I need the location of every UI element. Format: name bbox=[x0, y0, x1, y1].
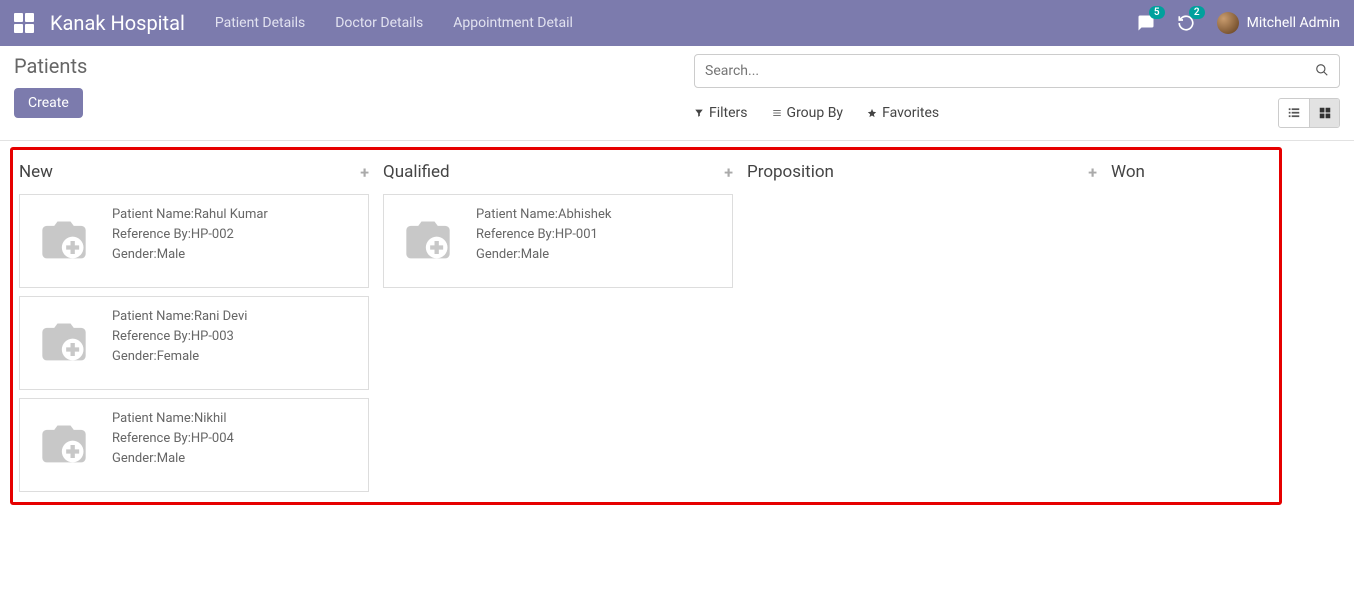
gender-value: Male bbox=[521, 247, 549, 262]
avatar bbox=[1217, 12, 1239, 34]
patient-name-label: Patient Name: bbox=[476, 207, 558, 222]
camera-placeholder-icon bbox=[28, 307, 100, 379]
reference-label: Reference By: bbox=[476, 227, 555, 242]
column-title: Won bbox=[1111, 162, 1145, 182]
gender-value: Female bbox=[157, 349, 199, 364]
gender-label: Gender: bbox=[112, 349, 157, 364]
view-list-button[interactable] bbox=[1279, 99, 1309, 127]
patient-card[interactable]: Patient Name:Nikhil Reference By:HP-004 … bbox=[19, 398, 369, 492]
refresh-icon[interactable]: 2 bbox=[1177, 14, 1195, 32]
patient-name-value: Rahul Kumar bbox=[194, 207, 268, 222]
reference-label: Reference By: bbox=[112, 431, 191, 446]
gender-value: Male bbox=[157, 247, 185, 262]
view-switcher bbox=[1278, 98, 1340, 128]
column-title: New bbox=[19, 162, 53, 182]
apps-icon[interactable] bbox=[14, 13, 34, 33]
nav-doctor-details[interactable]: Doctor Details bbox=[335, 15, 423, 31]
gender-label: Gender: bbox=[476, 247, 521, 262]
gender-label: Gender: bbox=[112, 451, 157, 466]
patient-name-value: Rani Devi bbox=[194, 309, 247, 324]
patient-name-label: Patient Name: bbox=[112, 309, 194, 324]
reference-value: HP-001 bbox=[555, 227, 598, 242]
reference-label: Reference By: bbox=[112, 227, 191, 242]
reference-value: HP-002 bbox=[191, 227, 234, 242]
favorites-dropdown[interactable]: Favorites bbox=[867, 105, 939, 121]
kanban-board: New + Patient Name:Rahul Kumar Reference… bbox=[0, 141, 1354, 511]
camera-placeholder-icon bbox=[392, 205, 464, 277]
kanban-column-won[interactable]: Won bbox=[1111, 158, 1273, 492]
groupby-dropdown[interactable]: Group By bbox=[772, 105, 844, 121]
topbar: Kanak Hospital Patient Details Doctor De… bbox=[0, 0, 1354, 46]
reference-value: HP-003 bbox=[191, 329, 234, 344]
filters-dropdown[interactable]: Filters bbox=[694, 105, 748, 121]
username-label: Mitchell Admin bbox=[1247, 15, 1340, 31]
search-input[interactable] bbox=[705, 63, 1315, 79]
patient-name-label: Patient Name: bbox=[112, 207, 194, 222]
page-title: Patients bbox=[14, 54, 674, 78]
column-title: Qualified bbox=[383, 162, 450, 182]
column-add-icon[interactable]: + bbox=[360, 163, 369, 182]
patient-name-label: Patient Name: bbox=[112, 411, 194, 426]
groupby-label: Group By bbox=[787, 105, 844, 121]
chat-badge: 5 bbox=[1149, 6, 1165, 19]
camera-placeholder-icon bbox=[28, 409, 100, 481]
chat-icon[interactable]: 5 bbox=[1137, 14, 1155, 32]
gender-label: Gender: bbox=[112, 247, 157, 262]
reference-value: HP-004 bbox=[191, 431, 234, 446]
gender-value: Male bbox=[157, 451, 185, 466]
highlight-box: New + Patient Name:Rahul Kumar Reference… bbox=[10, 147, 1282, 505]
view-kanban-button[interactable] bbox=[1309, 99, 1339, 127]
nav-patient-details[interactable]: Patient Details bbox=[215, 15, 305, 31]
patient-name-value: Abhishek bbox=[558, 207, 611, 222]
user-menu[interactable]: Mitchell Admin bbox=[1217, 12, 1340, 34]
kanban-column-proposition[interactable]: Proposition + bbox=[747, 158, 1097, 492]
filters-label: Filters bbox=[709, 105, 748, 121]
reference-label: Reference By: bbox=[112, 329, 191, 344]
column-add-icon[interactable]: + bbox=[724, 163, 733, 182]
create-button[interactable]: Create bbox=[14, 88, 83, 118]
nav-appointment-detail[interactable]: Appointment Detail bbox=[453, 15, 573, 31]
camera-placeholder-icon bbox=[28, 205, 100, 277]
search-icon[interactable] bbox=[1315, 62, 1329, 81]
kanban-column-qualified[interactable]: Qualified + Patient Name:Abhishek Refere… bbox=[383, 158, 733, 492]
brand-title[interactable]: Kanak Hospital bbox=[50, 11, 185, 35]
favorites-label: Favorites bbox=[882, 105, 939, 121]
control-panel: Patients Create Filters Group By bbox=[0, 46, 1354, 141]
refresh-badge: 2 bbox=[1189, 6, 1205, 19]
search-wrap[interactable] bbox=[694, 54, 1340, 88]
patient-card[interactable]: Patient Name:Abhishek Reference By:HP-00… bbox=[383, 194, 733, 288]
column-title: Proposition bbox=[747, 162, 834, 182]
column-add-icon[interactable]: + bbox=[1088, 163, 1097, 182]
patient-card[interactable]: Patient Name:Rani Devi Reference By:HP-0… bbox=[19, 296, 369, 390]
patient-card[interactable]: Patient Name:Rahul Kumar Reference By:HP… bbox=[19, 194, 369, 288]
kanban-column-new[interactable]: New + Patient Name:Rahul Kumar Reference… bbox=[19, 158, 369, 492]
patient-name-value: Nikhil bbox=[194, 411, 227, 426]
